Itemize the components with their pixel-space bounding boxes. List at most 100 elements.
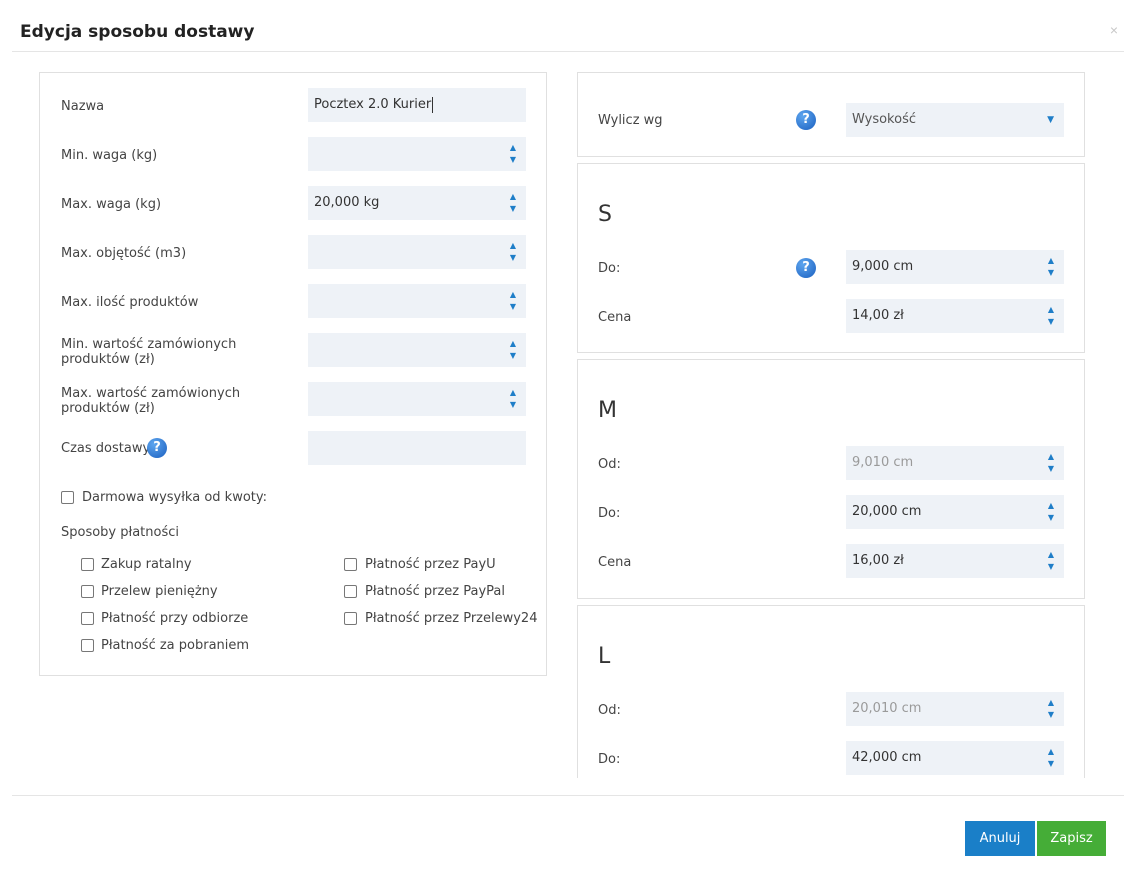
spin-down-icon[interactable]: ▼	[508, 301, 518, 313]
min-order-value-label-line1: Min. wartość zamówionych	[61, 337, 237, 352]
spin-up-icon[interactable]: ▲	[508, 387, 518, 399]
calc-by-value: Wysokość	[852, 112, 916, 127]
size-l-to-stepper[interactable]: ▲ ▼	[1046, 746, 1056, 770]
payment-checkbox[interactable]	[344, 585, 357, 598]
max-weight-input[interactable]: 20,000 kg ▲ ▼	[308, 186, 526, 220]
payment-checkbox[interactable]	[344, 558, 357, 571]
calc-by-select[interactable]: Wysokość ▼	[846, 103, 1064, 137]
spin-down-icon[interactable]: ▼	[1046, 512, 1056, 524]
delivery-time-label: Czas dostawy	[61, 441, 151, 456]
size-s-to-input[interactable]: 9,000 cm ▲ ▼	[846, 250, 1064, 284]
name-input[interactable]: Pocztex 2.0 Kurier	[308, 88, 526, 122]
chevron-down-icon: ▼	[1047, 115, 1054, 125]
spin-up-icon[interactable]: ▲	[508, 142, 518, 154]
spin-down-icon[interactable]: ▼	[508, 203, 518, 215]
shipping-form-panel: Nazwa Pocztex 2.0 Kurier Min. waga (kg) …	[39, 72, 547, 676]
spin-up-icon[interactable]: ▲	[508, 289, 518, 301]
free-shipping-checkbox[interactable]	[61, 491, 74, 504]
size-l-from-value: 20,010 cm	[852, 701, 922, 716]
max-order-value-label-line1: Max. wartość zamówionych	[61, 386, 241, 401]
max-volume-stepper[interactable]: ▲ ▼	[508, 240, 518, 264]
payment-label: Zakup ratalny	[101, 557, 192, 572]
save-button[interactable]: Zapisz	[1037, 821, 1106, 856]
spin-up-icon: ▲	[1047, 452, 1055, 461]
spin-down-icon[interactable]: ▼	[1046, 561, 1056, 573]
spin-down-icon: ▼	[1047, 710, 1055, 719]
payment-label: Płatność za pobraniem	[101, 638, 250, 653]
payment-checkbox[interactable]	[344, 612, 357, 625]
calc-by-panel: Wylicz wg ? Wysokość ▼	[577, 72, 1085, 157]
close-icon[interactable]: ×	[1110, 23, 1118, 37]
payment-label: Płatność przez PayU	[365, 557, 496, 572]
size-l-to-input[interactable]: 42,000 cm ▲ ▼	[846, 741, 1064, 775]
max-weight-stepper[interactable]: ▲ ▼	[508, 191, 518, 215]
size-m-from-value: 9,010 cm	[852, 455, 914, 470]
size-m-price-input[interactable]: 16,00 zł ▲ ▼	[846, 544, 1064, 578]
size-m-to-input[interactable]: 20,000 cm ▲ ▼	[846, 495, 1064, 529]
spin-up-icon[interactable]: ▲	[1046, 255, 1056, 267]
cancel-button[interactable]: Anuluj	[965, 821, 1035, 856]
spin-down-icon[interactable]: ▼	[1046, 267, 1056, 279]
size-l-to-label: Do:	[598, 752, 621, 767]
size-m-title: M	[598, 398, 617, 423]
size-m-from-label: Od:	[598, 457, 621, 472]
spin-up-icon[interactable]: ▲	[508, 338, 518, 350]
size-l-from-label: Od:	[598, 703, 621, 718]
min-weight-stepper[interactable]: ▲ ▼	[508, 142, 518, 166]
payment-checkbox[interactable]	[81, 612, 94, 625]
max-order-value-stepper[interactable]: ▲ ▼	[508, 387, 518, 411]
min-weight-input[interactable]: ▲ ▼	[308, 137, 526, 171]
size-s-price-input[interactable]: 14,00 zł ▲ ▼	[846, 299, 1064, 333]
max-volume-input[interactable]: ▲ ▼	[308, 235, 526, 269]
max-weight-label: Max. waga (kg)	[61, 197, 162, 212]
size-s-to-stepper[interactable]: ▲ ▼	[1046, 255, 1056, 279]
max-products-input[interactable]: ▲ ▼	[308, 284, 526, 318]
max-volume-label: Max. objętość (m3)	[61, 246, 187, 261]
max-order-value-label: Max. wartość zamówionych produktów (zł)	[61, 386, 240, 416]
spin-down-icon[interactable]: ▼	[1046, 316, 1056, 328]
spin-down-icon[interactable]: ▼	[1046, 758, 1056, 770]
payment-checkbox[interactable]	[81, 558, 94, 571]
size-m-to-value: 20,000 cm	[852, 504, 922, 519]
size-l-title: L	[598, 644, 611, 669]
payment-label: Płatność przy odbiorze	[101, 611, 249, 626]
size-m-to-stepper[interactable]: ▲ ▼	[1046, 500, 1056, 524]
footer-divider	[12, 795, 1124, 796]
size-l-panel: L Od: 20,010 cm ▲ ▼ Do: 42,000 cm ▲ ▼	[577, 605, 1085, 778]
size-s-to-label: Do:	[598, 261, 621, 276]
size-m-price-stepper[interactable]: ▲ ▼	[1046, 549, 1056, 573]
max-order-value-input[interactable]: ▲ ▼	[308, 382, 526, 416]
size-s-to-value: 9,000 cm	[852, 259, 914, 274]
payment-checkbox[interactable]	[81, 639, 94, 652]
help-icon[interactable]: ?	[147, 438, 167, 458]
calc-by-label: Wylicz wg	[598, 113, 663, 128]
size-ranges-scroll[interactable]: Wylicz wg ? Wysokość ▼ S Do: ? 9,000 cm …	[576, 72, 1086, 778]
min-order-value-stepper[interactable]: ▲ ▼	[508, 338, 518, 362]
help-icon[interactable]: ?	[796, 258, 816, 278]
spin-up-icon[interactable]: ▲	[1046, 746, 1056, 758]
max-order-value-label-line2: produktów (zł)	[61, 401, 155, 416]
size-m-from-stepper: ▲ ▼	[1046, 451, 1056, 475]
spin-down-icon[interactable]: ▼	[508, 154, 518, 166]
max-products-stepper[interactable]: ▲ ▼	[508, 289, 518, 313]
payment-label: Płatność przez Przelewy24	[365, 611, 538, 626]
spin-up-icon[interactable]: ▲	[1046, 304, 1056, 316]
min-weight-label: Min. waga (kg)	[61, 148, 158, 163]
spin-down-icon[interactable]: ▼	[508, 399, 518, 411]
spin-up-icon[interactable]: ▲	[1046, 500, 1056, 512]
payment-label: Przelew pieniężny	[101, 584, 218, 599]
size-s-price-value: 14,00 zł	[852, 308, 904, 323]
spin-up-icon[interactable]: ▲	[1046, 549, 1056, 561]
payment-checkbox[interactable]	[81, 585, 94, 598]
spin-down-icon[interactable]: ▼	[508, 252, 518, 264]
spin-up-icon: ▲	[1047, 698, 1055, 707]
spin-up-icon[interactable]: ▲	[508, 240, 518, 252]
spin-down-icon[interactable]: ▼	[508, 350, 518, 362]
spin-up-icon[interactable]: ▲	[508, 191, 518, 203]
delivery-time-input[interactable]	[308, 431, 526, 465]
free-shipping-label: Darmowa wysyłka od kwoty:	[82, 490, 268, 505]
spin-down-icon: ▼	[1047, 464, 1055, 473]
help-icon[interactable]: ?	[796, 110, 816, 130]
size-s-price-stepper[interactable]: ▲ ▼	[1046, 304, 1056, 328]
min-order-value-input[interactable]: ▲ ▼	[308, 333, 526, 367]
